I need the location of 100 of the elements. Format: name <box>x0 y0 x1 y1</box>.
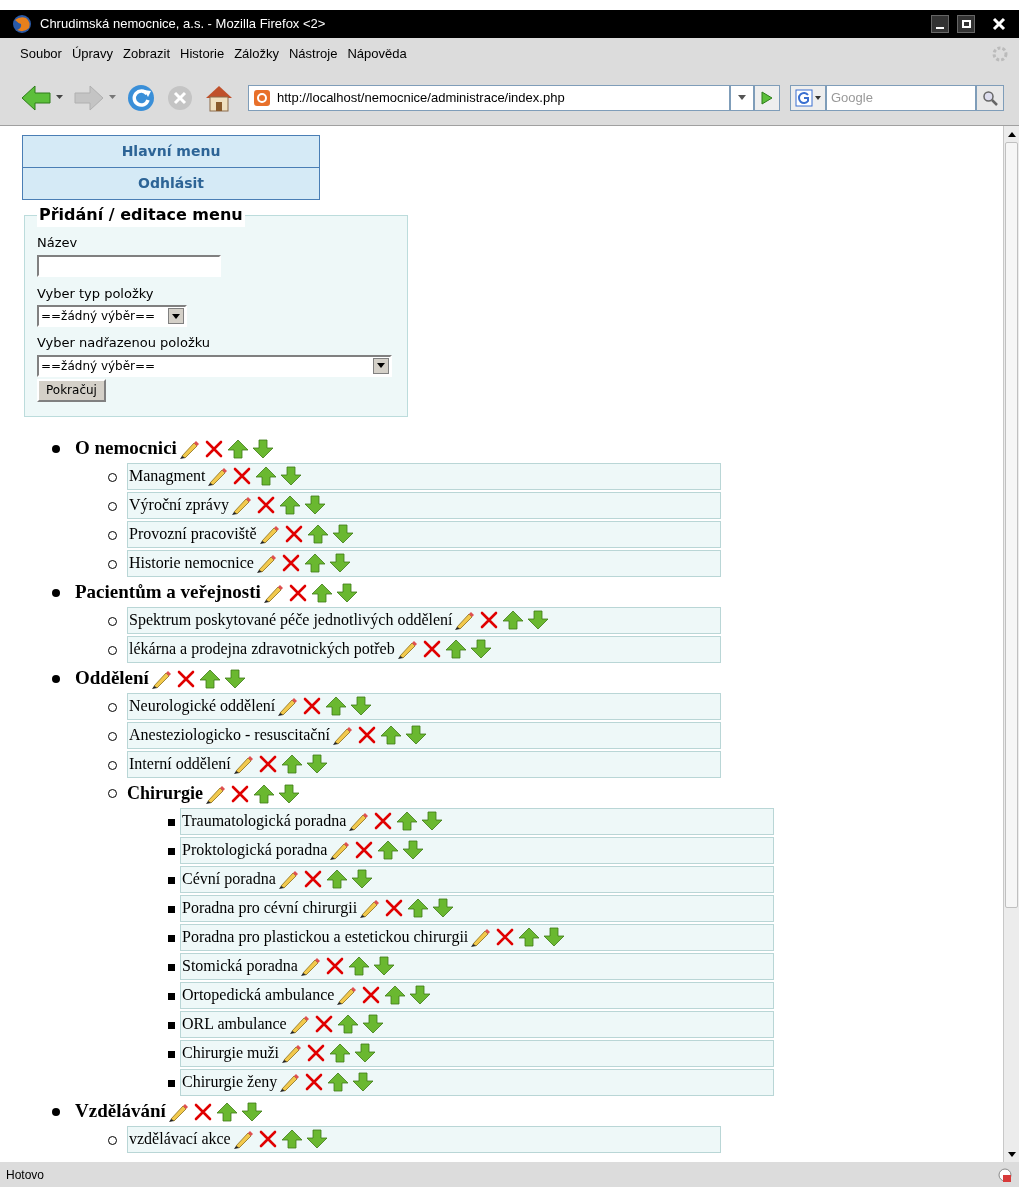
parent-select[interactable]: ==žádný výběr== <box>37 354 392 377</box>
pencil-icon[interactable] <box>230 495 253 515</box>
pencil-icon[interactable] <box>281 1043 304 1063</box>
dropdown-button[interactable] <box>373 357 389 374</box>
arrow-down-icon[interactable] <box>1007 1151 1016 1157</box>
delete-icon[interactable] <box>421 639 442 659</box>
delete-icon[interactable] <box>230 783 250 804</box>
delete-icon[interactable] <box>304 1072 325 1092</box>
menu-item[interactable]: Zobrazit <box>123 44 171 64</box>
pencil-icon[interactable] <box>205 783 227 804</box>
delete-icon[interactable] <box>255 495 276 515</box>
nav-link[interactable]: Odhlásit <box>22 167 320 200</box>
nav-link[interactable]: Hlavní menu <box>22 135 320 168</box>
delete-icon[interactable] <box>356 725 377 745</box>
search-icon <box>982 89 998 106</box>
scrollbar[interactable] <box>1003 126 1019 1162</box>
pencil-icon[interactable] <box>255 553 278 573</box>
menu-section-label: Pacientům a veřejnosti <box>75 580 261 605</box>
delete-icon[interactable] <box>232 466 253 486</box>
delete-icon[interactable] <box>479 610 500 630</box>
pencil-icon[interactable] <box>232 1129 255 1149</box>
menu-item-label: Traumatologická poradna <box>182 811 347 832</box>
pencil-icon[interactable] <box>150 668 173 689</box>
pencil-icon[interactable] <box>207 466 230 486</box>
pencil-icon[interactable] <box>331 725 354 745</box>
go-button[interactable] <box>754 84 780 111</box>
delete-icon[interactable] <box>306 1043 327 1063</box>
pencil-icon[interactable] <box>258 524 281 544</box>
arrow-up-icon[interactable] <box>1007 131 1016 137</box>
pencil-icon[interactable] <box>279 1072 302 1092</box>
delete-icon[interactable] <box>495 927 516 947</box>
menu-item-label: Chirurgie muži <box>182 1043 280 1064</box>
pencil-icon[interactable] <box>454 610 477 630</box>
search-button[interactable] <box>976 84 1004 111</box>
menu-item[interactable]: Historie <box>180 44 225 64</box>
caret-icon[interactable] <box>109 95 116 100</box>
menu-item[interactable]: Nástroje <box>288 44 338 64</box>
delete-icon[interactable] <box>280 553 301 573</box>
delete-icon[interactable] <box>203 438 224 459</box>
delete-icon[interactable] <box>175 668 196 689</box>
pencil-icon[interactable] <box>262 582 285 603</box>
submit-button[interactable]: Pokračuj <box>37 378 106 402</box>
type-select[interactable]: ==žádný výběr== <box>37 305 187 327</box>
delete-icon[interactable] <box>192 1101 213 1122</box>
history-dropdown-button[interactable] <box>730 84 754 111</box>
caret-icon[interactable] <box>56 95 63 100</box>
reload-icon[interactable] <box>126 82 156 113</box>
menu-item-label: Spektrum poskytované péče jednotlivých oddělení <box>129 610 453 631</box>
scrollbar-thumb[interactable] <box>1005 142 1018 908</box>
pencil-icon[interactable] <box>178 438 201 459</box>
pencil-icon[interactable] <box>277 869 300 889</box>
search-engine-logo-icon <box>795 88 813 107</box>
menu-item-label: Poradna pro cévní chirurgii <box>182 898 358 919</box>
maximize-button[interactable] <box>957 15 975 33</box>
pencil-icon[interactable] <box>167 1101 190 1122</box>
delete-icon[interactable] <box>354 840 375 860</box>
home-icon[interactable] <box>204 83 234 112</box>
delete-icon[interactable] <box>384 898 405 918</box>
pencil-icon[interactable] <box>470 927 493 947</box>
delete-icon[interactable] <box>287 582 308 603</box>
pencil-icon[interactable] <box>336 985 359 1005</box>
pencil-icon[interactable] <box>359 898 382 918</box>
dropdown-button[interactable] <box>168 308 184 324</box>
menu-item-label: vzdělávací akce <box>129 1129 231 1149</box>
pencil-icon[interactable] <box>348 811 371 831</box>
menu-item[interactable]: Záložky <box>234 44 279 64</box>
menu-item[interactable]: Soubor <box>20 44 62 64</box>
delete-icon[interactable] <box>302 869 323 889</box>
search-engine-button[interactable] <box>790 84 826 111</box>
menu-item-label: Výroční zprávy <box>129 495 229 516</box>
menu-section-label: Vzdělávání <box>75 1099 166 1124</box>
address-field[interactable]: http://localhost/nemocnice/administrace/index.php <box>248 84 730 111</box>
site-favicon-icon <box>253 88 271 107</box>
menu-item-label: Chirurgie ženy <box>182 1072 278 1093</box>
menu-item[interactable]: Úpravy <box>71 44 114 64</box>
pencil-icon[interactable] <box>299 956 322 976</box>
delete-icon[interactable] <box>257 1129 278 1149</box>
delete-icon[interactable] <box>361 985 382 1005</box>
name-input[interactable] <box>37 254 221 277</box>
pencil-icon[interactable] <box>329 840 352 860</box>
pencil-icon[interactable] <box>232 754 255 774</box>
status-text: Hotovo <box>6 1166 45 1184</box>
delete-icon[interactable] <box>373 811 394 831</box>
delete-icon[interactable] <box>302 696 323 716</box>
pencil-icon[interactable] <box>288 1014 311 1034</box>
close-icon[interactable] <box>991 16 1007 32</box>
bullet-icon <box>168 818 175 826</box>
delete-icon[interactable] <box>257 754 278 774</box>
menu-item[interactable]: Nápověda <box>347 44 407 64</box>
pencil-icon[interactable] <box>277 696 300 716</box>
search-field[interactable]: Google <box>826 84 976 111</box>
pencil-icon[interactable] <box>396 639 419 659</box>
menu-item-label: Poradna pro plastickou a estetickou chirurgii <box>182 927 469 948</box>
delete-icon[interactable] <box>324 956 345 976</box>
delete-icon[interactable] <box>283 524 304 544</box>
delete-icon[interactable] <box>313 1014 334 1034</box>
minimize-button[interactable] <box>931 15 949 33</box>
bullet-icon <box>168 847 175 855</box>
bullet-icon <box>168 905 175 913</box>
menu-item-label: Neurologické oddělení <box>129 696 276 717</box>
